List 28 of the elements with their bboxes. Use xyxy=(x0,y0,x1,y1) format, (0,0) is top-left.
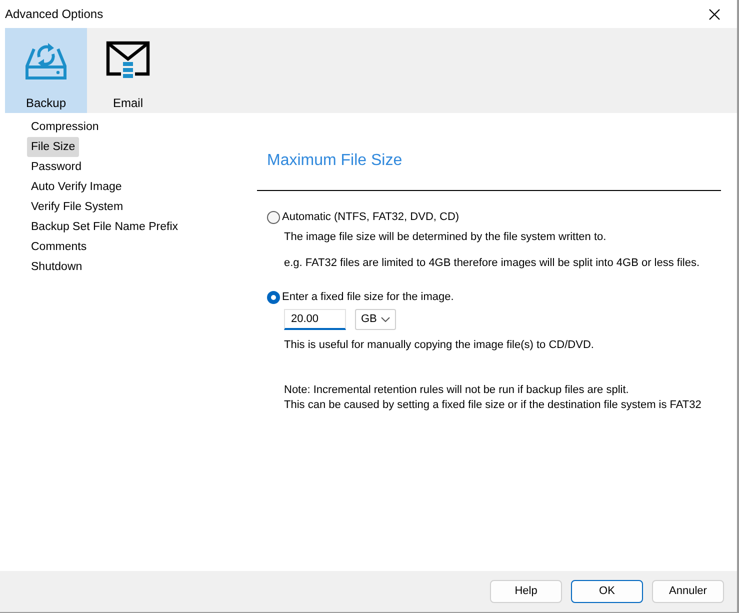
toolbar-tab[interactable]: Email xyxy=(87,28,169,113)
sidebar-item[interactable]: Verify File System xyxy=(27,197,128,217)
radio-label[interactable]: Enter a fixed file size for the image. xyxy=(282,288,454,306)
dialog-button[interactable]: Help xyxy=(490,580,562,603)
sidebar-item[interactable]: Auto Verify Image xyxy=(27,177,126,197)
sidebar-item[interactable]: Shutdown xyxy=(27,257,86,277)
window-title: Advanced Options xyxy=(5,6,104,23)
description-text: e.g. FAT32 files are limited to 4GB therefore images will be split into 4GB or less files. xyxy=(283,256,701,271)
close-icon xyxy=(708,8,720,20)
sidebar-item[interactable]: File Size xyxy=(27,137,80,157)
dialog-button[interactable]: Annuler xyxy=(652,580,724,603)
radio-button[interactable] xyxy=(267,290,280,304)
note-text: This can be caused by setting a fixed file size or if the destination file system is FAT32 xyxy=(283,398,702,413)
description-text: This is useful for manually copying the image file(s) to CD/DVD. xyxy=(283,338,595,353)
radio-button[interactable] xyxy=(267,210,280,224)
note-text: Note: Incremental retention rules will not be run if backup files are split. xyxy=(283,383,630,398)
chevron-down-icon xyxy=(381,317,390,322)
unit-dropdown[interactable]: GB xyxy=(355,309,396,330)
radio-label[interactable]: Automatic (NTFS, FAT32, DVD, CD) xyxy=(282,208,460,226)
section-title: Maximum File Size xyxy=(266,151,404,171)
size-input-field[interactable]: 20.00 xyxy=(284,309,346,330)
dialog-button[interactable]: OK xyxy=(571,580,643,603)
sidebar-item[interactable]: Password xyxy=(27,157,86,177)
description-text: The image file size will be determined by the file system written to. xyxy=(283,230,608,245)
sidebar-item[interactable]: Compression xyxy=(27,117,103,137)
toolbar-tab[interactable]: Backup xyxy=(5,28,87,113)
sidebar-item[interactable]: Backup Set File Name Prefix xyxy=(27,217,182,237)
sidebar-item[interactable]: Comments xyxy=(27,237,91,257)
